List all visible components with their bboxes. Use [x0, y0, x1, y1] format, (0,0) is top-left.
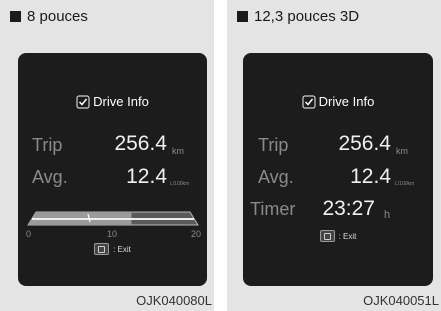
exit-button-icon: [319, 230, 335, 242]
avg-value: 12.4: [126, 165, 167, 188]
trip-value: 256.4: [114, 132, 167, 155]
screen-title: Drive Info: [93, 94, 149, 109]
consumption-gauge: [27, 211, 199, 226]
screen-title-row: Drive Info: [18, 94, 207, 109]
image-reference: OJK040080L: [136, 293, 212, 308]
drive-info-screen-12-inch: Drive Info Trip 256.4 km Avg. 12.4 L/100…: [243, 53, 433, 286]
gauge-mid-label: 10: [107, 229, 118, 239]
avg-label: Avg.: [32, 167, 68, 187]
exit-row: : Exit: [18, 243, 207, 255]
avg-label: Avg.: [258, 167, 294, 187]
exit-label: : Exit: [113, 244, 131, 254]
screen-title-row: Drive Info: [243, 94, 433, 109]
checkbox-icon: [302, 94, 316, 109]
image-reference: OJK040051L: [363, 293, 439, 308]
heading-8-inch: 8 pouces: [10, 8, 88, 25]
trip-value: 256.4: [338, 132, 391, 155]
screen-title: Drive Info: [318, 94, 375, 109]
timer-value: 23:27: [322, 197, 375, 220]
panel-8-inch: 8 pouces Drive Info Trip 256.4 km Avg. 1…: [0, 0, 214, 311]
avg-unit: L/100km: [395, 181, 415, 187]
trip-label: Trip: [258, 135, 289, 155]
bullet-square-icon: [10, 11, 21, 22]
heading-text: 12,3 pouces 3D: [254, 8, 360, 25]
panel-12-inch-3d: 12,3 pouces 3D Drive Info Trip 256.4 km …: [227, 0, 441, 311]
gauge-max-label: 20: [191, 229, 202, 239]
avg-value: 12.4: [350, 165, 391, 188]
heading-text: 8 pouces: [27, 8, 88, 25]
exit-button-icon: [94, 243, 110, 255]
heading-12-inch-3d: 12,3 pouces 3D: [237, 8, 359, 25]
timer-label: Timer: [250, 199, 296, 219]
exit-label: : Exit: [338, 231, 357, 241]
trip-unit: km: [396, 146, 408, 156]
trip-label: Trip: [32, 135, 63, 155]
bullet-square-icon: [237, 11, 248, 22]
exit-row: : Exit: [243, 230, 433, 242]
trip-unit: km: [172, 146, 184, 156]
avg-unit: L/100km: [170, 181, 190, 187]
gauge-min-label: 0: [26, 229, 32, 239]
checkbox-icon: [76, 94, 90, 109]
drive-info-screen-8-inch: Drive Info Trip 256.4 km Avg. 12.4 L/100…: [18, 53, 207, 286]
timer-unit: h: [384, 209, 391, 221]
